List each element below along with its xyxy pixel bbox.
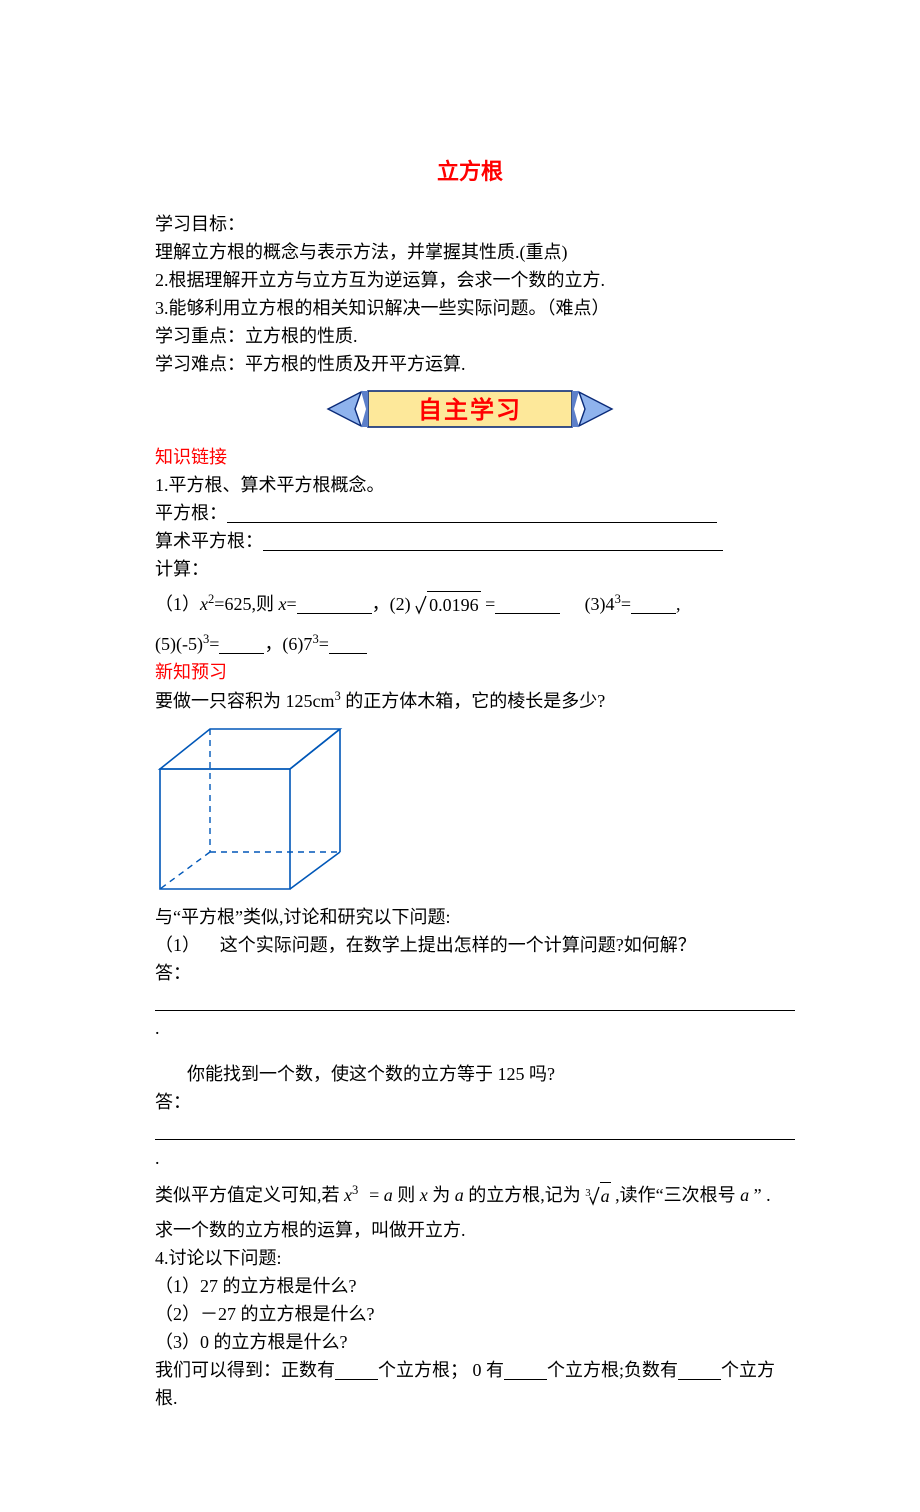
def-open-cube: 求一个数的立方根的运算，叫做开立方. xyxy=(155,1217,785,1245)
study-goals-label: 学习目标： xyxy=(155,211,785,239)
study-focus: 学习重点：立方根的性质. xyxy=(155,323,785,351)
blank-answer-2[interactable] xyxy=(155,1120,795,1140)
banner-container: 自主学习 xyxy=(155,384,785,434)
answer-1-row: 答：. xyxy=(155,960,785,1044)
discuss-q1-num: （1） xyxy=(155,935,200,955)
analogy-line: 类似平方值定义可知,若 x3= a 则 x 为 a 的立方根,记为 3a ,读作… xyxy=(155,1181,785,1211)
arith-root-line: 算术平方根： xyxy=(155,528,785,556)
discuss-q1-row: （1） 这个实际问题，在数学上提出怎样的一个计算问题?如何解？ xyxy=(155,932,785,960)
answer-label-1: 答： xyxy=(155,963,191,983)
analogy-p6: ,读作“三次根号 xyxy=(615,1185,736,1205)
knowledge-link-label: 知识链接 xyxy=(155,444,785,472)
calc-3-label: (3)4 xyxy=(585,594,615,614)
discuss-4-label: 4.讨论以下问题: xyxy=(155,1245,785,1273)
goal-3: 3.能够利用立方根的相关知识解决一些实际问题。（难点） xyxy=(155,295,785,323)
analogy-p2: = xyxy=(369,1185,379,1205)
calc-1-eq: = xyxy=(286,594,296,614)
analogy-a1: a xyxy=(384,1185,393,1205)
study-difficulty: 学习难点：平方根的性质及开平方运算. xyxy=(155,351,785,379)
blank-calc-1[interactable] xyxy=(297,594,372,614)
square-root-line: 平方根： xyxy=(155,500,785,528)
analogy-p7: ” . xyxy=(754,1185,771,1205)
preview-q1b: 的正方体木箱，它的棱长是多少? xyxy=(345,691,605,711)
banner-text: 自主学习 xyxy=(418,393,522,430)
conclusion-p3: 个立方根;负数有 xyxy=(547,1360,678,1380)
arith-root-label: 算术平方根： xyxy=(155,531,263,551)
answer-2-row: 答：. xyxy=(155,1089,785,1173)
calc-2-radicand: 0.0196 xyxy=(427,591,481,620)
discuss-intro: 与“平方根”类似,讨论和研究以下问题: xyxy=(155,904,785,932)
analogy-p1: 类似平方值定义可知,若 xyxy=(155,1185,340,1205)
blank-calc-5[interactable] xyxy=(219,634,264,654)
calc-row-2: (5)(-5)3=，(6)73= xyxy=(155,630,785,659)
blank-square-root[interactable] xyxy=(227,503,717,523)
blank-neg[interactable] xyxy=(678,1360,721,1380)
cube-figure xyxy=(155,724,785,892)
dq2: （2）－27 的立方根是什么? xyxy=(155,1301,785,1329)
blank-calc-6[interactable] xyxy=(329,634,367,654)
page-title: 立方根 xyxy=(155,155,785,189)
calc-5-label: (5)(-5) xyxy=(155,634,203,654)
q-find-125: 你能找到一个数，使这个数的立方等于 125 吗? xyxy=(155,1061,785,1089)
analogy-a3: a xyxy=(740,1185,749,1205)
blank-answer-1[interactable] xyxy=(155,991,795,1011)
calc-row-1: （1）x2=625,则 x=，(2) 0.0196 = (3)43=, xyxy=(155,590,785,620)
cube-root-icon: 3a xyxy=(585,1182,610,1211)
analogy-p5: 的立方根,记为 xyxy=(468,1185,581,1205)
calc-2-label: ，(2) xyxy=(372,594,411,614)
answer-label-2: 答： xyxy=(155,1092,191,1112)
goal-1: 理解立方根的概念与表示方法，并掌握其性质.(重点) xyxy=(155,239,785,267)
concept-line1: 1.平方根、算术平方根概念。 xyxy=(155,472,785,500)
square-root-label: 平方根： xyxy=(155,503,227,523)
preview-q1: 要做一只容积为 125cm3 的正方体木箱，它的棱长是多少? xyxy=(155,687,785,716)
calc-3-eq: = xyxy=(621,594,631,614)
goal-2: 2.根据理解开立方与立方互为逆运算，会求一个数的立方. xyxy=(155,267,785,295)
blank-pos[interactable] xyxy=(335,1360,378,1380)
analogy-a2: a xyxy=(455,1185,464,1205)
new-preview-label: 新知预习 xyxy=(155,659,785,687)
calc-6-eq: = xyxy=(319,634,329,654)
answer-end-2: . xyxy=(155,1148,160,1168)
blank-calc-2[interactable] xyxy=(495,594,560,614)
calc-5-eq: = xyxy=(209,634,219,654)
blank-arith-root[interactable] xyxy=(263,531,723,551)
dq3: （3）0 的立方根是什么? xyxy=(155,1329,785,1357)
dq1: （1）27 的立方根是什么? xyxy=(155,1273,785,1301)
calc-label: 计算： xyxy=(155,556,785,584)
blank-calc-3[interactable] xyxy=(631,594,676,614)
conclusion-p1: 我们可以得到：正数有 xyxy=(155,1360,335,1380)
calc-6-label: ，(6)7 xyxy=(264,634,312,654)
answer-end-1: . xyxy=(155,1018,160,1038)
conclusion-p2: 个立方根； 0 有 xyxy=(378,1360,504,1380)
discuss-q1-text: 这个实际问题，在数学上提出怎样的一个计算问题?如何解？ xyxy=(220,935,696,955)
calc-1-mid: =625,则 xyxy=(214,594,274,614)
cube-icon xyxy=(155,724,350,892)
analogy-p4: 为 xyxy=(432,1185,450,1205)
conclusion-line: 我们可以得到：正数有个立方根； 0 有个立方根;负数有个立方根. xyxy=(155,1357,785,1413)
calc-2-eq: = xyxy=(481,594,496,614)
blank-zero[interactable] xyxy=(504,1360,547,1380)
calc-1-label: （1） xyxy=(155,594,200,614)
analogy-p3: 则 xyxy=(397,1185,415,1205)
sqrt-icon: 0.0196 xyxy=(415,591,481,620)
preview-q1a: 要做一只容积为 125cm xyxy=(155,691,335,711)
analogy-x1: x xyxy=(420,1185,428,1205)
